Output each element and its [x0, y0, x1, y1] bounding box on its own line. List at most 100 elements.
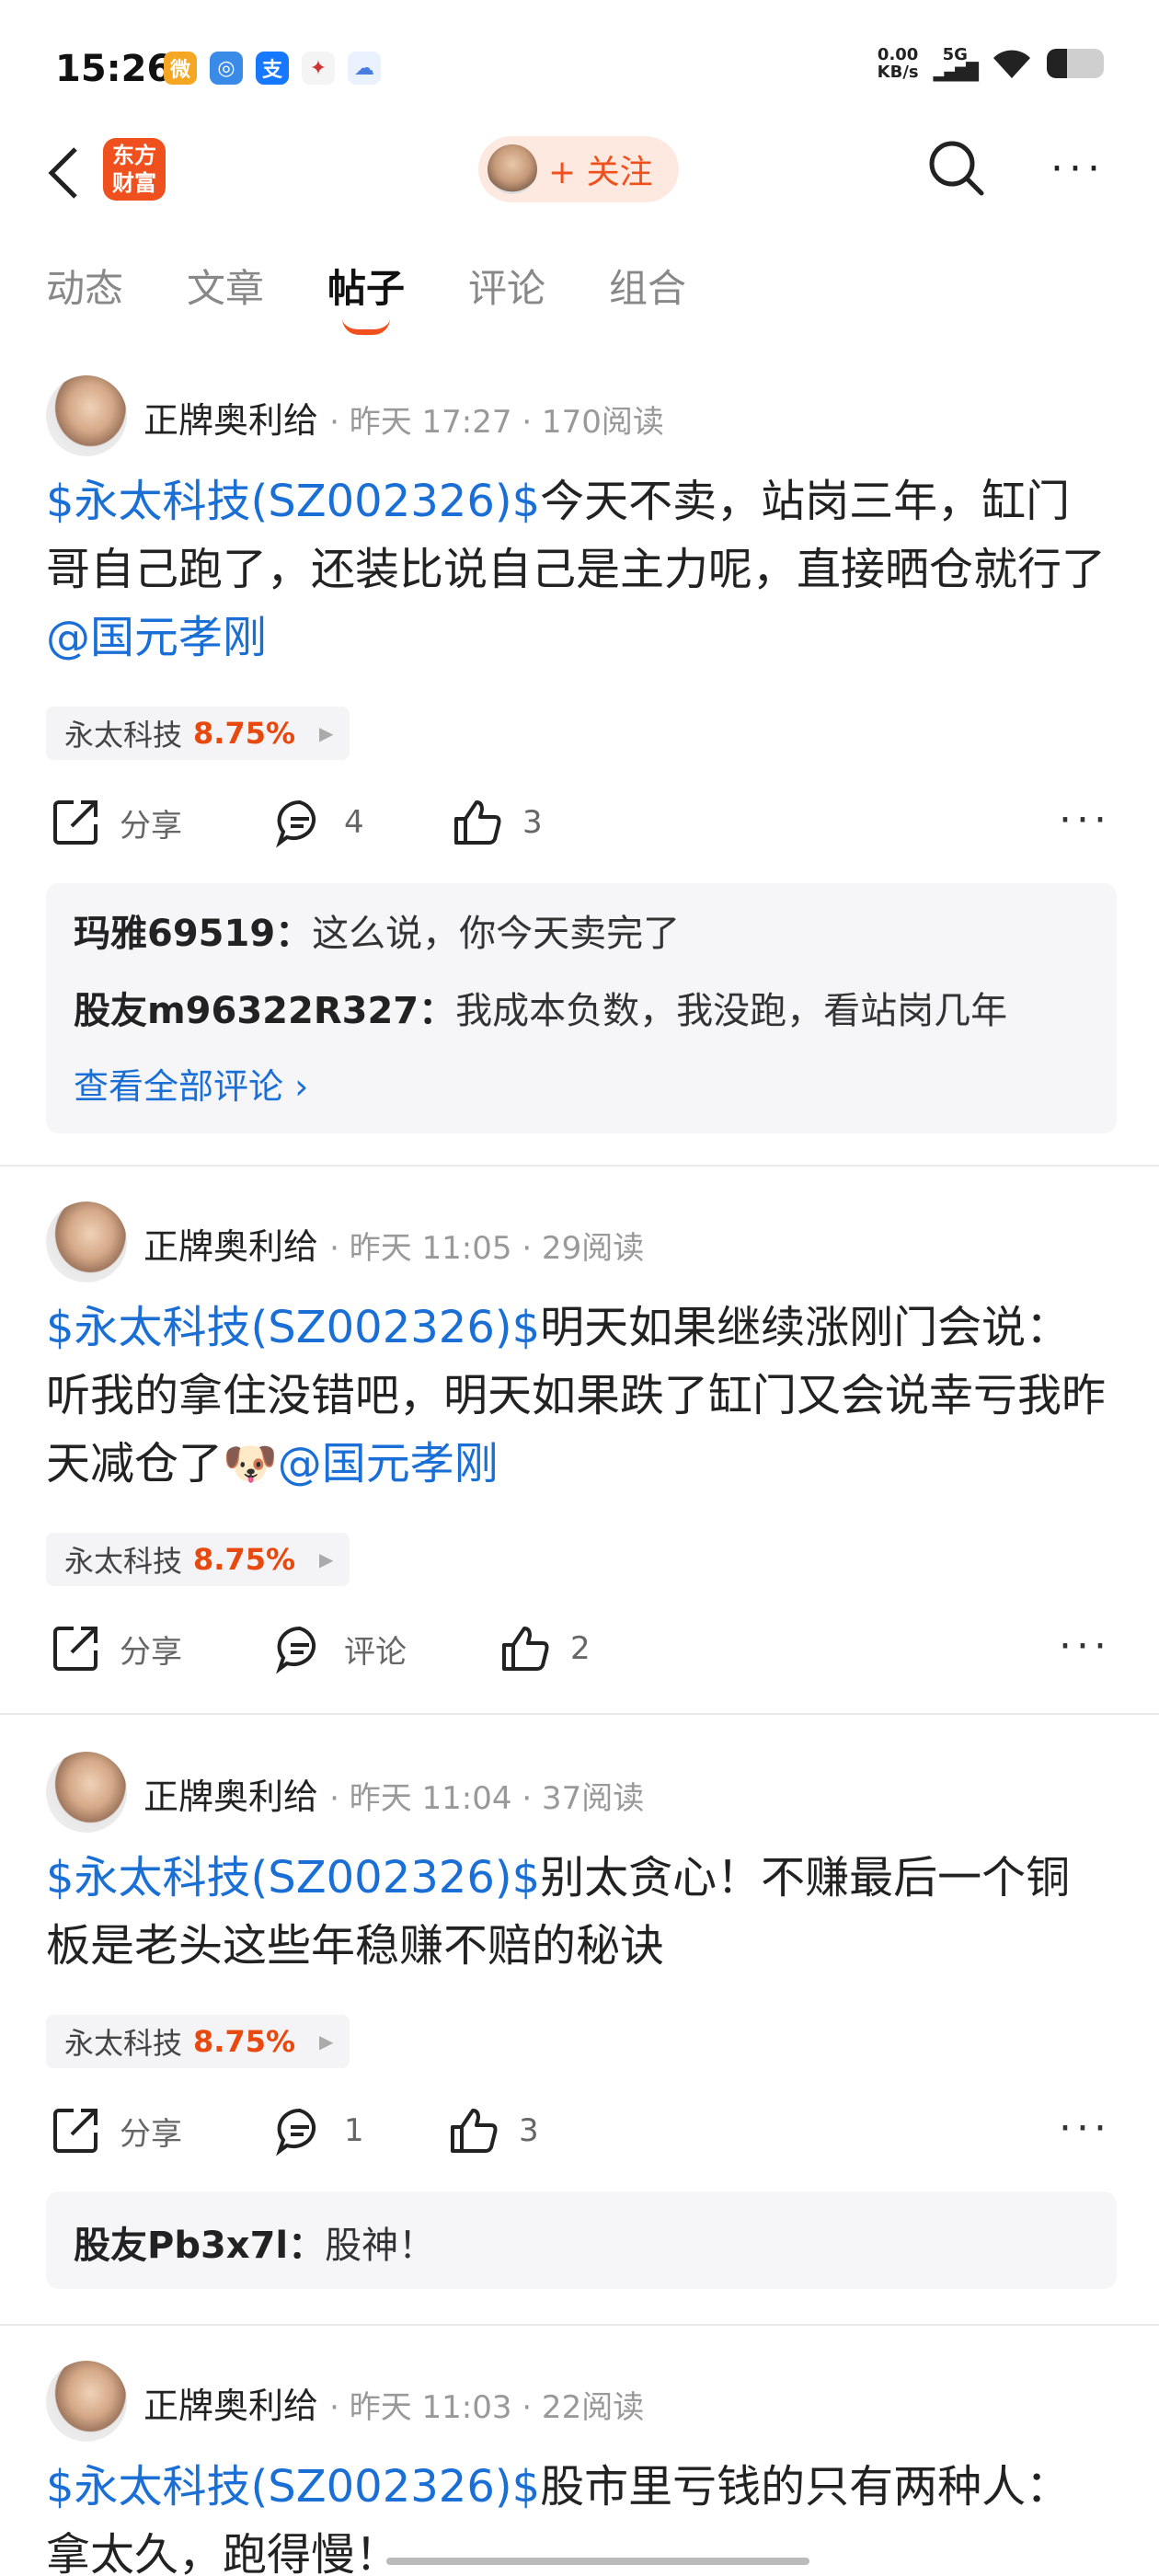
- author-name[interactable]: 正牌奥利给: [143, 1226, 318, 1267]
- status-bar: 15:26 微 ◎ 支 ✦ ☁ 0.00 KB/s 5G ▂▄▆█: [0, 0, 1159, 138]
- top-nav: 东方财富 + 关注 ···: [0, 129, 1159, 230]
- stock-link[interactable]: $永太科技(SZ002326)$: [46, 1852, 540, 1903]
- stock-tag-name: 永太科技: [64, 1544, 183, 1579]
- home-indicator[interactable]: [386, 2558, 809, 2565]
- stock-tag-change: 8.75%: [193, 2024, 296, 2059]
- avatar[interactable]: [46, 1202, 127, 1282]
- status-time: 15:26: [55, 48, 173, 90]
- divider: [0, 1713, 1159, 1715]
- avatar[interactable]: [46, 375, 127, 456]
- comment-button[interactable]: 评论: [274, 1623, 407, 1674]
- post-more-button[interactable]: ···: [1059, 1623, 1111, 1670]
- author-name[interactable]: 正牌奥利给: [143, 400, 318, 441]
- wifi-icon: [993, 50, 1030, 78]
- stock-link[interactable]: $永太科技(SZ002326)$: [46, 476, 540, 527]
- stock-link[interactable]: $永太科技(SZ002326)$: [46, 1302, 540, 1353]
- alipay-icon: 支: [256, 52, 289, 85]
- post-meta: 正牌奥利给 · 昨天 11:04 · 37阅读: [143, 1768, 644, 1819]
- caret-right-icon: ▶: [319, 1548, 334, 1570]
- post-actions: 分享 4 3 ···: [0, 797, 1159, 852]
- battery-icon: [1047, 49, 1104, 78]
- stock-tag[interactable]: 永太科技 8.75% ▶: [46, 1533, 350, 1586]
- mention-link[interactable]: @国元孝刚: [278, 1438, 499, 1489]
- post-content[interactable]: $永太科技(SZ002326)$今天不卖，站岗三年，缸门哥自己跑了，还装比说自己…: [46, 467, 1113, 672]
- stock-tag-change: 8.75%: [193, 1542, 296, 1577]
- post-time-reads: · 昨天 11:05 · 29阅读: [329, 1230, 645, 1267]
- tab-feed[interactable]: 动态: [46, 258, 123, 314]
- post-content[interactable]: $永太科技(SZ002326)$别太贪心！不赚最后一个铜板是老头这些年稳赚不赔的…: [46, 1844, 1113, 1980]
- like-button[interactable]: 3: [447, 2105, 539, 2156]
- share-button[interactable]: 分享: [50, 2105, 182, 2156]
- stock-tag[interactable]: 永太科技 8.75% ▶: [46, 2015, 350, 2068]
- app-notification-icon: ◎: [210, 52, 243, 85]
- divider: [0, 1165, 1159, 1167]
- post-item[interactable]: 正牌奥利给 · 昨天 11:03 · 22阅读 $永太科技(SZ002326)$…: [0, 2361, 1159, 2576]
- comment-line: 玛雅69519：这么说，你今天卖完了: [74, 913, 681, 955]
- post-actions: 分享 1 3 ···: [0, 2105, 1159, 2160]
- system-indicators: 0.00 KB/s 5G ▂▄▆█: [878, 46, 1104, 81]
- net-speed: 0.00 KB/s: [877, 45, 919, 82]
- tab-portfolios[interactable]: 组合: [609, 258, 686, 314]
- follow-button[interactable]: + 关注: [478, 136, 679, 202]
- search-icon[interactable]: [924, 136, 989, 201]
- post-more-button[interactable]: ···: [1059, 797, 1111, 844]
- thumbs-up-icon: [454, 800, 501, 845]
- follow-label: + 关注: [548, 154, 653, 191]
- stock-tag-change: 8.75%: [193, 716, 296, 751]
- tab-bar: 动态 文章 帖子 评论 组合: [0, 258, 1159, 340]
- active-tab-indicator: [342, 318, 390, 335]
- avatar[interactable]: [46, 1752, 127, 1833]
- comment-icon: [276, 2108, 316, 2156]
- notification-icons: 微 ◎ 支 ✦ ☁: [164, 52, 381, 85]
- stock-tag-name: 永太科技: [64, 718, 183, 753]
- back-button[interactable]: [44, 144, 81, 213]
- divider: [0, 2324, 1159, 2326]
- post-time-reads: · 昨天 11:03 · 22阅读: [329, 2389, 645, 2426]
- author-name[interactable]: 正牌奥利给: [143, 2386, 318, 2426]
- share-icon: [53, 1627, 98, 1671]
- post-time-reads: · 昨天 11:04 · 37阅读: [329, 1780, 645, 1817]
- signal-icon: 5G ▂▄▆█: [933, 45, 979, 82]
- comment-button[interactable]: 4: [274, 797, 364, 848]
- stock-tag-name: 永太科技: [64, 2026, 183, 2061]
- cloud-icon: ☁: [348, 52, 381, 85]
- avatar: [488, 144, 537, 194]
- tab-articles[interactable]: 文章: [187, 258, 264, 314]
- caret-right-icon: ▶: [319, 722, 334, 744]
- more-menu-button[interactable]: ···: [1050, 145, 1106, 192]
- game-icon: ✦: [302, 52, 335, 85]
- post-time-reads: · 昨天 17:27 · 170阅读: [329, 404, 664, 441]
- tab-posts[interactable]: 帖子: [327, 258, 405, 314]
- chevron-left-icon: [48, 147, 77, 199]
- post-meta: 正牌奥利给 · 昨天 11:03 · 22阅读: [143, 2377, 644, 2428]
- weibo-icon: 微: [164, 52, 197, 85]
- share-icon: [53, 800, 98, 845]
- post-content[interactable]: $永太科技(SZ002326)$明天如果继续涨刚门会说：听我的拿住没错吧，明天如…: [46, 1294, 1113, 1498]
- comment-line: 股友Pb3x7l：股神！: [74, 2225, 436, 2267]
- mention-link[interactable]: @国元孝刚: [46, 612, 267, 663]
- post-meta: 正牌奥利给 · 昨天 17:27 · 170阅读: [143, 392, 664, 443]
- comment-icon: [276, 799, 316, 848]
- comment-icon: [276, 1626, 316, 1674]
- post-meta: 正牌奥利给 · 昨天 11:05 · 29阅读: [143, 1218, 644, 1269]
- like-button[interactable]: 3: [451, 797, 543, 848]
- comment-preview[interactable]: 股友Pb3x7l：股神！: [46, 2191, 1117, 2289]
- comment-preview[interactable]: 玛雅69519：这么说，你今天卖完了 股友m96322R327：我成本负数，我没…: [46, 883, 1117, 1133]
- comment-button[interactable]: 1: [274, 2105, 364, 2156]
- tab-comments[interactable]: 评论: [468, 258, 545, 314]
- share-button[interactable]: 分享: [50, 1623, 182, 1674]
- author-name[interactable]: 正牌奥利给: [143, 1777, 318, 1817]
- avatar[interactable]: [46, 2361, 127, 2442]
- post-actions: 分享 评论 2 ···: [0, 1623, 1159, 1678]
- thumbs-up-icon: [502, 1627, 549, 1671]
- like-button[interactable]: 2: [499, 1623, 591, 1674]
- stock-tag[interactable]: 永太科技 8.75% ▶: [46, 707, 350, 760]
- share-icon: [53, 2109, 98, 2153]
- stock-link[interactable]: $永太科技(SZ002326)$: [46, 2461, 540, 2513]
- thumbs-up-icon: [451, 2109, 498, 2153]
- app-logo[interactable]: 东方财富: [103, 138, 166, 201]
- view-all-comments-link[interactable]: 查看全部评论 ›: [74, 1058, 308, 1109]
- post-more-button[interactable]: ···: [1059, 2105, 1111, 2152]
- caret-right-icon: ▶: [319, 2030, 334, 2053]
- share-button[interactable]: 分享: [50, 797, 182, 848]
